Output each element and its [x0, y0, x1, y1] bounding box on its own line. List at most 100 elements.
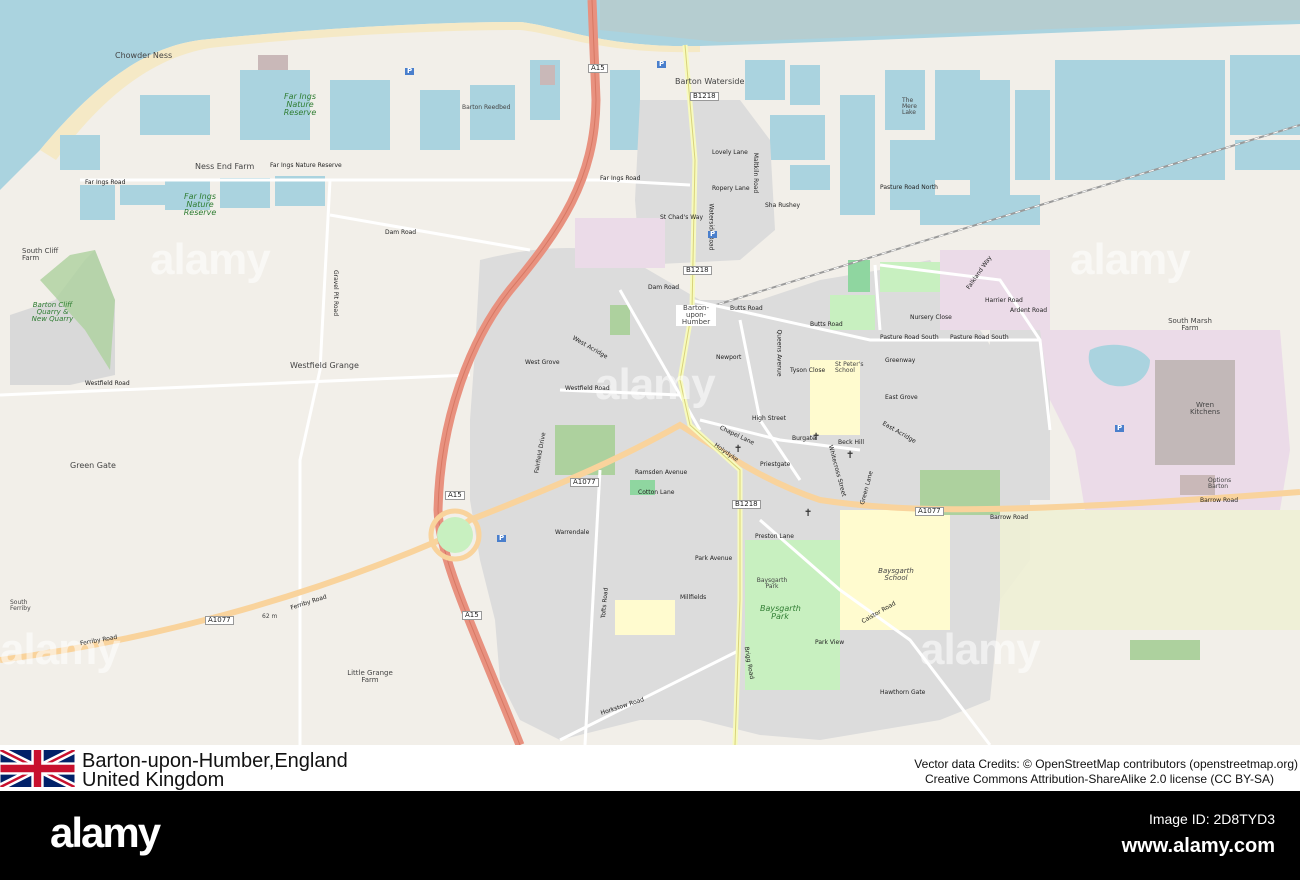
parking-icon: P [497, 534, 507, 542]
road-label: Barrow Road [1200, 497, 1239, 504]
road-label: Maltkiln Road [752, 152, 760, 194]
road-label: Pasture Road North [880, 184, 938, 191]
place-label: 62 m [262, 613, 278, 620]
road-shield: A15 [588, 64, 608, 73]
road-label: Burgate [792, 435, 816, 442]
farmland-east [1000, 510, 1300, 630]
road-shield: B1218 [683, 266, 712, 275]
road-label: Pasture Road South [950, 334, 1009, 341]
road-label: Beck Hill [838, 439, 865, 446]
recreation-ground [555, 425, 615, 475]
place-label: Barton-upon-Humber [676, 305, 716, 326]
place-label: Baysgarth Park [756, 577, 788, 590]
watermark-alamy: alamy [920, 625, 1041, 674]
road-label: Gravel Pit Road [332, 269, 340, 317]
road-label: Hawthorn Gate [880, 689, 926, 696]
road-label: Far Ings Road [85, 179, 126, 186]
industrial-north [940, 250, 1050, 330]
road-shield: A15 [462, 611, 482, 620]
union-jack-flag-icon [0, 750, 75, 787]
road-label: Nursery Close [910, 314, 952, 321]
road-shield: A15 [445, 491, 465, 500]
clay-pits-east [745, 55, 1300, 225]
road-label: Waterside Road [707, 203, 715, 251]
place-label: St Peter's School [835, 361, 864, 374]
road-shield: A1077 [915, 507, 944, 516]
watermark-alamy: alamy [595, 360, 716, 409]
place-label: Ness End Farm [195, 162, 255, 171]
nature-reserve-label: Far Ings Nature Reserve [283, 92, 317, 117]
road-label: Lovely Lane [712, 149, 748, 156]
svg-text:✝: ✝ [734, 444, 742, 455]
road-shield: B1218 [732, 500, 761, 509]
parking-icon: P [405, 67, 415, 75]
road-label: Tyson Close [790, 367, 826, 374]
road-label: East Grove [885, 394, 918, 401]
road-label: West Grove [525, 359, 560, 366]
place-label: Chowder Ness [115, 51, 173, 60]
stock-footer: alamy Image ID: 2D8TYD3 www.alamy.com [0, 791, 1300, 880]
parking-icon: P [708, 230, 718, 238]
parking-icon: P [657, 60, 667, 68]
nature-reserve-label: Far Ings Nature Reserve [183, 192, 217, 217]
road-shield: B1218 [690, 92, 719, 101]
school-south [615, 600, 675, 635]
road-label: Cotton Lane [638, 489, 675, 496]
pitch [610, 305, 630, 335]
road-label: Priestgate [760, 461, 791, 468]
alamy-url[interactable]: www.alamy.com [1122, 835, 1275, 858]
pitch-2 [848, 260, 870, 292]
place-label: Barton Waterside [675, 77, 745, 86]
road-label: St Chad's Way [660, 214, 704, 221]
a15-roundabout-inner [437, 517, 473, 553]
road-label: Butts Road [730, 305, 763, 312]
road-shield: A1077 [205, 616, 234, 625]
place-label: The Mere Lake [902, 97, 917, 116]
road-label: Park Avenue [695, 555, 733, 562]
place-label: Wren Kitchens [1190, 401, 1220, 416]
road-label: Westfield Road [565, 385, 610, 392]
svg-text:✝: ✝ [804, 508, 812, 519]
road-label: Warrendale [555, 529, 590, 536]
place-label: Westfield Grange [290, 361, 359, 370]
parking-icon: P [1115, 424, 1125, 432]
place-label: South Marsh Farm [1168, 317, 1212, 332]
alamy-logo: alamy [50, 809, 161, 856]
watermark-alamy: alamy [1070, 235, 1191, 284]
road-label: Butts Road [810, 321, 843, 328]
road-label: Greenway [885, 357, 916, 364]
credits-line-2: Creative Commons Attribution-ShareAlike … [924, 772, 1274, 786]
road-shield: A1077 [570, 478, 599, 487]
place-label: South Ferriby [10, 599, 31, 612]
nature-reserve-label: Baysgarth Park [760, 604, 801, 621]
watermark-alamy: alamy [0, 625, 121, 674]
wood-south [1130, 640, 1200, 660]
road-label: Park View [815, 639, 845, 646]
road-label: Far Ings Nature Reserve [270, 162, 342, 169]
road-label: Pasture Road South [880, 334, 939, 341]
svg-text:✝: ✝ [846, 450, 854, 461]
place-label: Barton Cliff Quarry & New Quarry [31, 301, 74, 323]
place-label: Options Barton [1208, 477, 1232, 490]
road-label: Preston Lane [755, 533, 794, 540]
road-label: Ropery Lane [712, 185, 750, 192]
place-label: Baysgarth School [878, 567, 914, 582]
road-label: Dam Road [648, 284, 680, 291]
road-label: Queens Avenue [775, 329, 783, 377]
road-label: Westfield Road [85, 380, 130, 387]
road-label: Ramsden Avenue [635, 469, 688, 476]
road-label: Far Ings Road [600, 175, 641, 182]
road-label: Dam Road [385, 229, 417, 236]
credits-line-1: Vector data Credits: © OpenStreetMap con… [914, 757, 1298, 771]
road-label: Millfields [680, 594, 707, 601]
road-label: High Street [752, 415, 786, 422]
road-label: Barrow Road [990, 514, 1029, 521]
image-id: Image ID: 2D8TYD3 [1148, 811, 1275, 827]
map-canvas[interactable]: ✝ ✝ ✝ ✝ alamy alamy alamy alamy alamy Ch… [0, 0, 1300, 745]
place-label: Little Grange Farm [347, 669, 393, 684]
place-label: Green Gate [70, 461, 116, 470]
place-label: South Cliff Farm [22, 247, 59, 262]
watermark-alamy: alamy [150, 235, 271, 284]
place-label: Barton Reedbed [462, 104, 511, 111]
industrial-centre [575, 218, 665, 268]
